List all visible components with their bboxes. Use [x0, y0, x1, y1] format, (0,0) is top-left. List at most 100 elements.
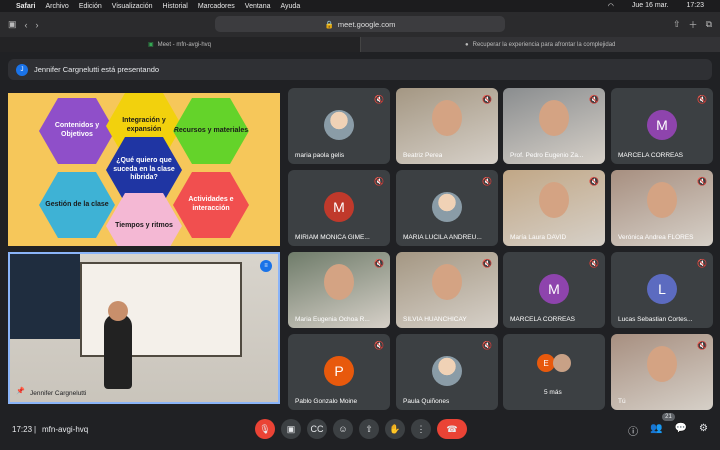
hex-gestion: Gestión de la clase: [39, 172, 115, 238]
menu-item[interactable]: Ventana: [245, 3, 271, 10]
participant-face: [647, 182, 677, 218]
present-icon: ⇧: [365, 423, 373, 434]
presenting-banner: J Jennifer Cargnelutti está presentando: [8, 59, 712, 80]
menu-item[interactable]: Visualización: [112, 3, 153, 10]
mic-muted-icon: 🔇: [697, 176, 707, 186]
captions-button[interactable]: CC: [307, 419, 327, 439]
leave-call-button[interactable]: ☎: [437, 419, 467, 439]
participant-tile[interactable]: 🔇 MARIA LUCILA ANDREU...: [396, 170, 498, 246]
participant-tile[interactable]: M 🔇 MIRIAM MONICA GIME...: [288, 170, 390, 246]
address-bar[interactable]: 🔒 meet.google.com: [215, 16, 505, 32]
mic-muted-icon: 🔇: [589, 94, 599, 104]
hand-icon: ✋: [389, 423, 401, 434]
participant-tile[interactable]: 🔇 SILVIA HUANCHICAY: [396, 252, 498, 328]
more-icon: ⋮: [416, 423, 426, 434]
presenter-name: Jennifer Cargnelutti: [30, 390, 87, 397]
participant-face: [539, 100, 569, 136]
participant-face: [647, 346, 677, 382]
presenter-avatar: J: [16, 63, 28, 76]
captions-icon: CC: [310, 424, 324, 434]
participant-tile[interactable]: E5 más: [503, 334, 605, 410]
menu-item[interactable]: Ayuda: [280, 3, 300, 10]
people-icon[interactable]: 👥: [650, 423, 662, 438]
participant-tile[interactable]: 🔇 Paula Quiñones: [396, 334, 498, 410]
tab-favicon: ●: [465, 41, 469, 48]
mic-muted-icon: 🔇: [697, 258, 707, 268]
camera-button[interactable]: ▣: [281, 419, 301, 439]
menu-item[interactable]: Historial: [163, 3, 188, 10]
activities-icon[interactable]: ⚙: [699, 423, 708, 438]
tab-bar: ▣ Meet - mfn-avgi-hvq ● Recuperar la exp…: [0, 37, 720, 52]
speaking-icon: ≡: [260, 260, 272, 272]
more-avatar-photo: [553, 354, 571, 372]
macos-menubar: Safari Archivo Edición Visualización His…: [0, 0, 720, 12]
participant-tile[interactable]: 🔇 Prof. Pedro Eugenio Za...: [503, 88, 605, 164]
participant-avatar: M: [539, 274, 569, 304]
participant-name: 5 más: [544, 389, 562, 396]
participant-tile[interactable]: 🔇 maria paola gelis: [288, 88, 390, 164]
participant-tile[interactable]: 🔇 Maria Eugenia Ochoa R...: [288, 252, 390, 328]
mic-muted-icon: 🔇: [482, 258, 492, 268]
participant-photo: [324, 110, 354, 140]
info-icon[interactable]: ⓘ: [628, 423, 638, 438]
screen-thumbnail: [10, 254, 80, 339]
participant-tile[interactable]: M 🔇 MARCELA CORREAS: [611, 88, 713, 164]
menu-item[interactable]: Archivo: [45, 3, 68, 10]
tab-meet[interactable]: ▣ Meet - mfn-avgi-hvq: [138, 37, 358, 52]
emoji-button[interactable]: ☺: [333, 419, 353, 439]
lock-icon: 🔒: [324, 19, 334, 29]
participant-face: [432, 264, 462, 300]
mic-button[interactable]: 🎙: [255, 419, 275, 439]
participant-name: maria paola gelis: [295, 152, 345, 159]
new-tab-icon[interactable]: ＋: [689, 18, 698, 31]
participant-face: [432, 100, 462, 136]
time-label: 17:23: [686, 2, 704, 9]
sidebar-toggle-icon[interactable]: ▣: [8, 19, 17, 30]
tab-recuperar[interactable]: ● Recuperar la experiencia para afrontar…: [360, 37, 720, 52]
participant-name: MARCELA CORREAS: [510, 316, 576, 323]
hex-tiempos: Tiempos y ritmos: [106, 193, 182, 246]
pin-icon[interactable]: 📌: [16, 387, 25, 395]
raise-hand-button[interactable]: ✋: [385, 419, 405, 439]
participant-tile[interactable]: 🔇 Verónica Andrea FLORES: [611, 170, 713, 246]
forward-icon[interactable]: ›: [36, 20, 39, 30]
share-icon[interactable]: ⇧: [673, 19, 681, 30]
participant-photo: [432, 356, 462, 386]
mic-muted-icon: 🔇: [374, 94, 384, 104]
participant-name: Paula Quiñones: [403, 398, 450, 405]
participant-name: Maria Eugenia Ochoa R...: [295, 316, 370, 323]
meet-favicon: ▣: [148, 42, 154, 48]
app-menu[interactable]: Safari: [16, 3, 35, 10]
menu-item[interactable]: Edición: [79, 3, 102, 10]
participant-tile[interactable]: 🔇 María Laura DAVID: [503, 170, 605, 246]
back-icon[interactable]: ‹: [25, 20, 28, 30]
participant-name: MARIA LUCILA ANDREU...: [403, 234, 482, 241]
participant-tile[interactable]: M 🔇 MARCELA CORREAS: [503, 252, 605, 328]
meeting-time: 17:23: [12, 425, 33, 434]
presenter-figure: [104, 314, 132, 389]
tab-overview-icon[interactable]: ⧉: [706, 19, 712, 30]
mic-muted-icon: 🔇: [482, 340, 492, 350]
participant-name: Pablo Gonzalo Moine: [295, 398, 358, 405]
more-options-button[interactable]: ⋮: [411, 419, 431, 439]
participant-tile[interactable]: 🔇 Tú: [611, 334, 713, 410]
participant-tile[interactable]: L 🔇 Lucas Sebastian Cortes...: [611, 252, 713, 328]
participant-avatar: L: [647, 274, 677, 304]
present-button[interactable]: ⇧: [359, 419, 379, 439]
mic-muted-icon: 🔇: [374, 258, 384, 268]
meeting-controls: 17:23 | mfn-avgi-hvq 🎙 ▣ CC ☺ ⇧ ✋ ⋮ ☎ ⓘ …: [0, 412, 720, 450]
participant-avatar: M: [647, 110, 677, 140]
people-count-badge: 21: [662, 413, 675, 421]
menu-item[interactable]: Marcadores: [198, 3, 235, 10]
wifi-icon[interactable]: ◠: [608, 2, 614, 10]
chat-icon[interactable]: 💬: [675, 423, 687, 438]
mic-muted-icon: 🔇: [482, 176, 492, 186]
participant-tile[interactable]: 🔇 Beatriz Perea: [396, 88, 498, 164]
participant-name: MARCELA CORREAS: [618, 152, 684, 159]
participant-name: SILVIA HUANCHICAY: [403, 316, 467, 323]
hangup-icon: ☎: [446, 423, 458, 434]
presenter-camera[interactable]: ≡ 📌 Jennifer Cargnelutti: [8, 252, 280, 404]
participant-tile[interactable]: P 🔇 Pablo Gonzalo Moine: [288, 334, 390, 410]
participant-name: Verónica Andrea FLORES: [618, 234, 694, 241]
mic-muted-icon: 🔇: [374, 340, 384, 350]
